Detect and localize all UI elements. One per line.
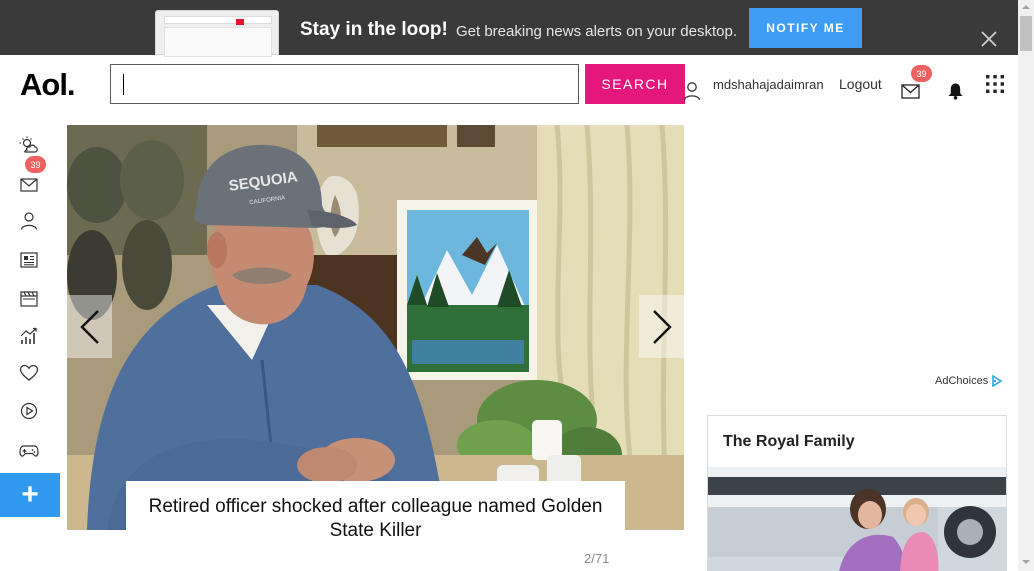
chevron-right-icon — [652, 309, 672, 344]
next-slide-button[interactable] — [639, 295, 684, 358]
gamepad-icon[interactable] — [19, 442, 39, 460]
bell-icon[interactable] — [947, 82, 964, 100]
page: Stay in the loop! Get breaking news aler… — [0, 0, 1034, 571]
play-icon[interactable] — [19, 402, 39, 420]
mail-icon[interactable] — [901, 84, 920, 99]
search-button[interactable]: SEARCH — [585, 64, 685, 104]
username-link[interactable]: mdshahajadaimran — [713, 77, 824, 92]
text-cursor — [123, 74, 124, 95]
logout-link[interactable]: Logout — [839, 76, 882, 92]
add-button[interactable]: + — [0, 473, 60, 517]
browser-alert-illustration — [155, 10, 279, 57]
card-title: The Royal Family — [723, 433, 855, 450]
notify-me-button[interactable]: NOTIFY ME — [749, 8, 862, 48]
adchoices-link[interactable]: AdChoices — [935, 375, 1003, 387]
scroll-down-arrow-icon[interactable] — [1018, 555, 1034, 569]
slide-caption-panel: Retired officer shocked after colleague … — [126, 481, 625, 571]
previous-slide-button[interactable] — [67, 295, 112, 358]
adchoices-icon — [992, 375, 1003, 387]
scrollbar-thumb[interactable] — [1020, 16, 1032, 51]
user-icon[interactable] — [683, 81, 701, 101]
user-icon[interactable] — [19, 212, 39, 230]
heart-icon[interactable] — [19, 364, 39, 382]
mail-icon[interactable] — [19, 176, 39, 194]
slide-caption[interactable]: Retired officer shocked after colleague … — [126, 495, 625, 543]
notification-banner: Stay in the loop! Get breaking news aler… — [0, 0, 1018, 57]
chart-icon[interactable] — [19, 327, 39, 345]
card-image[interactable] — [708, 467, 1007, 571]
adchoices-label: AdChoices — [935, 375, 989, 387]
chevron-left-icon — [79, 309, 99, 344]
mail-count-badge: 39 — [911, 65, 932, 82]
scrollbar[interactable] — [1018, 0, 1034, 571]
royal-family-card[interactable]: The Royal Family — [707, 415, 1007, 571]
aol-logo[interactable]: Aol. — [20, 67, 76, 103]
mail-count-badge: 39 — [25, 156, 46, 173]
clapperboard-icon[interactable] — [19, 289, 39, 307]
slideshow-image[interactable]: SEQUOIA CALIFORNIA — [67, 125, 684, 530]
banner-subtitle: Get breaking news alerts on your desktop… — [456, 23, 737, 40]
newspaper-icon[interactable] — [19, 251, 39, 269]
banner-title: Stay in the loop! — [300, 19, 448, 40]
apps-grid-icon[interactable] — [986, 75, 1004, 93]
search-input[interactable] — [110, 64, 579, 104]
scroll-up-arrow-icon[interactable] — [1018, 0, 1034, 14]
weather-icon[interactable] — [19, 136, 39, 154]
close-icon[interactable] — [979, 29, 999, 49]
slide-counter: 2/71 — [584, 551, 610, 566]
